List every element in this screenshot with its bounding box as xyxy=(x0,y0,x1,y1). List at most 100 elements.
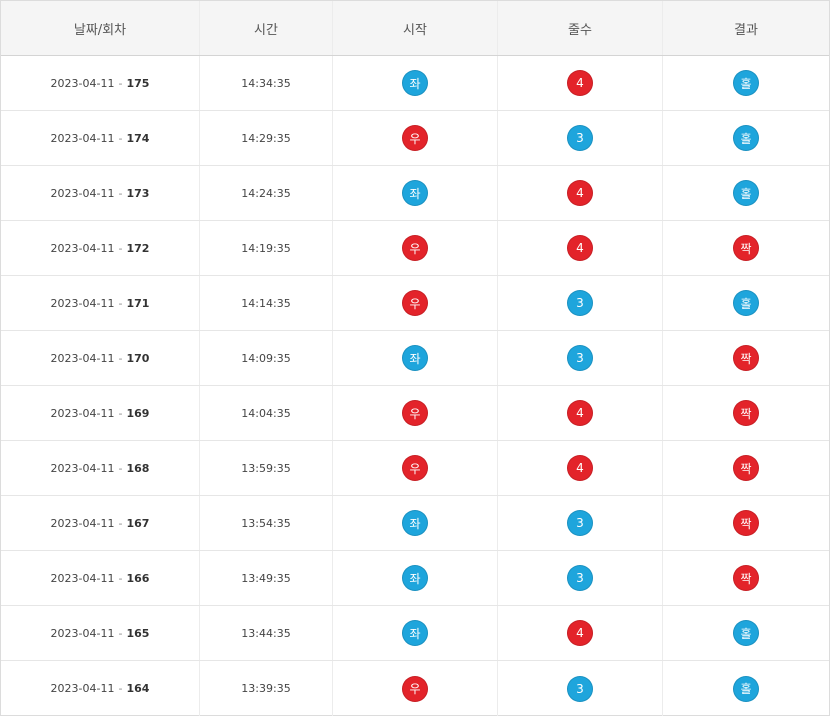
date-round-separator: - xyxy=(118,461,123,475)
lines-ball: 4 xyxy=(567,235,593,261)
date-text: 2023-04-11 xyxy=(50,296,115,310)
time-text: 13:54:35 xyxy=(241,516,291,530)
date-text: 2023-04-11 xyxy=(50,571,115,585)
date-text: 2023-04-11 xyxy=(50,406,115,420)
table-row: 2023-04-11-165 13:44:35 좌 4 홀 xyxy=(1,606,829,661)
time-cell: 14:19:35 xyxy=(200,221,333,275)
date-round-separator: - xyxy=(118,76,123,90)
time-text: 13:49:35 xyxy=(241,571,291,585)
result-ball: 홀 xyxy=(733,180,759,206)
lines-cell: 3 xyxy=(498,496,663,550)
date-round-separator: - xyxy=(118,296,123,310)
time-text: 14:29:35 xyxy=(241,131,291,145)
round-number: 166 xyxy=(126,571,150,585)
table-row: 2023-04-11-170 14:09:35 좌 3 짝 xyxy=(1,331,829,386)
table-row: 2023-04-11-173 14:24:35 좌 4 홀 xyxy=(1,166,829,221)
lines-cell: 4 xyxy=(498,386,663,440)
start-ball: 좌 xyxy=(402,620,428,646)
round-number: 174 xyxy=(126,131,150,145)
lines-cell: 3 xyxy=(498,661,663,716)
start-cell: 좌 xyxy=(333,56,498,110)
time-text: 13:39:35 xyxy=(241,682,291,695)
time-text: 13:44:35 xyxy=(241,626,291,640)
result-cell: 짝 xyxy=(663,496,829,550)
start-ball: 좌 xyxy=(402,345,428,371)
header-lines: 줄수 xyxy=(498,1,663,55)
date-round-cell: 2023-04-11-164 xyxy=(1,661,200,716)
lines-ball: 4 xyxy=(567,620,593,646)
start-ball: 우 xyxy=(402,675,428,702)
start-ball: 우 xyxy=(402,290,428,316)
table-row: 2023-04-11-169 14:04:35 우 4 짝 xyxy=(1,386,829,441)
date-round-cell: 2023-04-11-170 xyxy=(1,331,200,385)
header-time: 시간 xyxy=(200,1,333,55)
date-round-separator: - xyxy=(118,682,123,695)
result-ball: 홀 xyxy=(733,125,759,151)
date-text: 2023-04-11 xyxy=(50,461,115,475)
start-cell: 좌 xyxy=(333,606,498,660)
table-body: 2023-04-11-175 14:34:35 좌 4 홀 2023-04-11… xyxy=(1,56,829,716)
start-ball: 우 xyxy=(402,455,428,481)
result-cell: 홀 xyxy=(663,166,829,220)
date-round-separator: - xyxy=(118,351,123,365)
result-cell: 홀 xyxy=(663,111,829,165)
start-cell: 우 xyxy=(333,661,498,716)
result-cell: 홀 xyxy=(663,661,829,716)
table-row: 2023-04-11-172 14:19:35 우 4 짝 xyxy=(1,221,829,276)
result-cell: 홀 xyxy=(663,56,829,110)
result-cell: 짝 xyxy=(663,441,829,495)
result-cell: 홀 xyxy=(663,606,829,660)
lines-ball: 3 xyxy=(567,565,593,591)
start-ball: 좌 xyxy=(402,70,428,96)
start-ball: 좌 xyxy=(402,510,428,536)
header-date-round: 날짜/회차 xyxy=(1,1,200,55)
time-text: 14:04:35 xyxy=(241,406,291,420)
table-row: 2023-04-11-175 14:34:35 좌 4 홀 xyxy=(1,56,829,111)
result-cell: 홀 xyxy=(663,276,829,330)
date-round-cell: 2023-04-11-168 xyxy=(1,441,200,495)
time-cell: 14:04:35 xyxy=(200,386,333,440)
table-row: 2023-04-11-167 13:54:35 좌 3 짝 xyxy=(1,496,829,551)
time-text: 14:09:35 xyxy=(241,351,291,365)
time-cell: 13:44:35 xyxy=(200,606,333,660)
lines-cell: 3 xyxy=(498,276,663,330)
start-cell: 우 xyxy=(333,441,498,495)
date-round-separator: - xyxy=(118,406,123,420)
date-round-cell: 2023-04-11-175 xyxy=(1,56,200,110)
start-ball: 좌 xyxy=(402,180,428,206)
time-text: 14:34:35 xyxy=(241,76,291,90)
table-row: 2023-04-11-168 13:59:35 우 4 짝 xyxy=(1,441,829,496)
start-ball: 우 xyxy=(402,400,428,426)
start-cell: 좌 xyxy=(333,496,498,550)
result-ball: 짝 xyxy=(733,345,759,371)
date-round-cell: 2023-04-11-165 xyxy=(1,606,200,660)
result-ball: 홀 xyxy=(733,290,759,316)
start-cell: 우 xyxy=(333,221,498,275)
date-round-separator: - xyxy=(118,626,123,640)
lines-cell: 3 xyxy=(498,331,663,385)
table-row: 2023-04-11-166 13:49:35 좌 3 짝 xyxy=(1,551,829,606)
lines-cell: 3 xyxy=(498,111,663,165)
date-text: 2023-04-11 xyxy=(50,186,115,200)
start-ball: 우 xyxy=(402,125,428,151)
header-start: 시작 xyxy=(333,1,498,55)
time-text: 14:14:35 xyxy=(241,296,291,310)
time-cell: 14:34:35 xyxy=(200,56,333,110)
result-ball: 짝 xyxy=(733,565,759,591)
date-text: 2023-04-11 xyxy=(50,241,115,255)
start-ball: 좌 xyxy=(402,565,428,591)
start-cell: 우 xyxy=(333,276,498,330)
time-cell: 13:59:35 xyxy=(200,441,333,495)
result-cell: 짝 xyxy=(663,551,829,605)
result-ball: 홀 xyxy=(733,620,759,646)
lines-ball: 4 xyxy=(567,70,593,96)
lines-cell: 4 xyxy=(498,166,663,220)
result-cell: 짝 xyxy=(663,331,829,385)
result-ball: 홀 xyxy=(733,675,759,702)
lines-ball: 3 xyxy=(567,510,593,536)
time-cell: 13:49:35 xyxy=(200,551,333,605)
results-table: 날짜/회차 시간 시작 줄수 결과 2023-04-11-175 14:34:3… xyxy=(0,0,830,716)
table-row: 2023-04-11-171 14:14:35 우 3 홀 xyxy=(1,276,829,331)
date-round-cell: 2023-04-11-174 xyxy=(1,111,200,165)
date-round-cell: 2023-04-11-173 xyxy=(1,166,200,220)
